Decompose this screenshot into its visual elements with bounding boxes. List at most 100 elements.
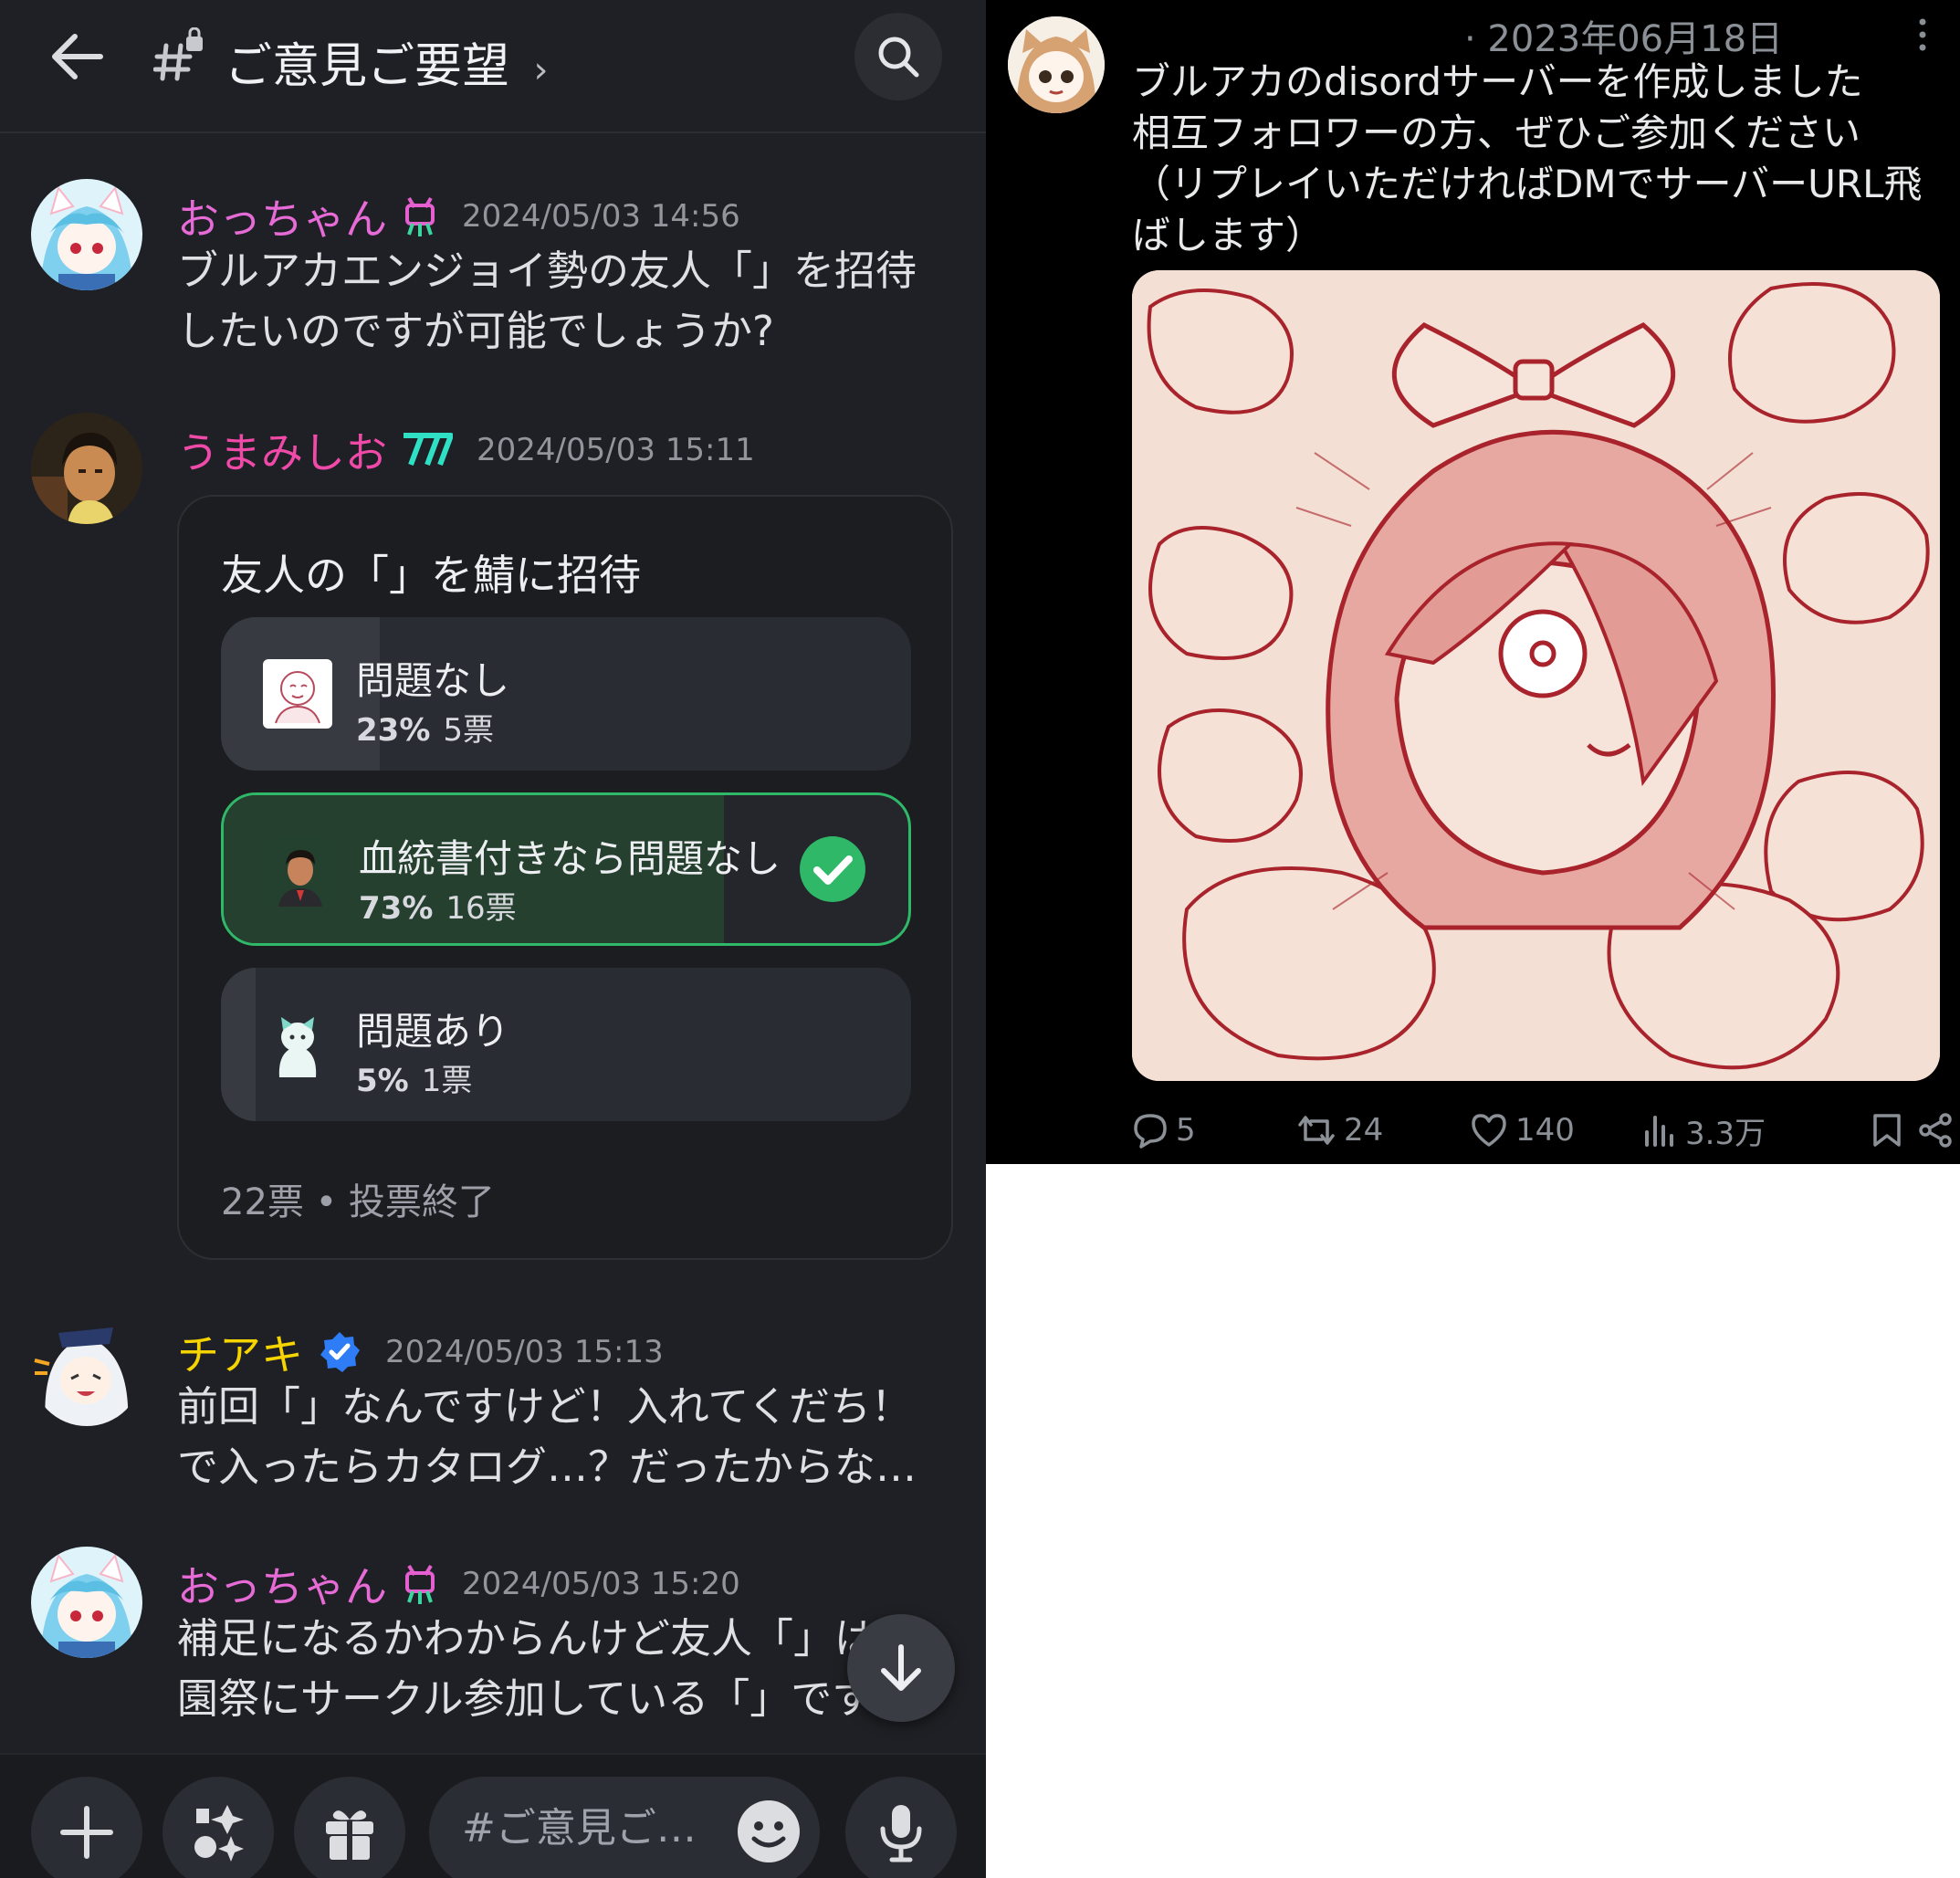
poll-question: 友人の「」を鯖に招待	[221, 551, 641, 600]
tweet-text: ブルアカのdisordサーバーを作成しました 相互フォロワーの方、ぜひご参加くだ…	[1132, 57, 1954, 261]
search-button[interactable]	[854, 13, 942, 100]
portrait-emoji-icon	[266, 837, 335, 907]
tweet-date: · 2023年06月18日	[1464, 18, 1784, 60]
poll-option-label: 問題なし	[356, 658, 510, 703]
username[interactable]: おっちゃん	[177, 186, 387, 247]
tweet-line: ばします）	[1132, 213, 1325, 257]
tweet-line: ブルアカのdisordサーバーを作成しました	[1132, 59, 1863, 104]
user-avatar-image	[31, 1315, 142, 1426]
username[interactable]: チアキ	[177, 1322, 303, 1382]
message-timestamp: 2024/05/03 14:56	[462, 198, 740, 235]
user-avatar-image	[31, 1547, 142, 1658]
poll-option-emoji	[266, 837, 335, 907]
tweet-actions: 5 24 140 3.3万	[1132, 1103, 1954, 1158]
retweet-icon	[1298, 1116, 1335, 1145]
retweet-count: 24	[1344, 1112, 1384, 1149]
message-text: 補足になるかわからんけど友人「」は 園祭にサークル参加している「」です	[177, 1609, 962, 1729]
poll-option-selected[interactable]: 血統書付きなら問題なし 73% 16票	[221, 792, 911, 946]
poll-option-label: 血統書付きなら問題なし	[359, 836, 781, 881]
chibi-emoji-icon	[263, 1010, 332, 1079]
reply-icon	[1134, 1114, 1167, 1149]
message-line: 補足になるかわからんけど友人「」は	[177, 1614, 876, 1663]
message-header: おっちゃん 2024/05/03 14:56	[177, 186, 740, 247]
username[interactable]: おっちゃん	[177, 1554, 387, 1614]
retweet-button[interactable]: 24	[1296, 1103, 1383, 1158]
like-button[interactable]: 140	[1470, 1103, 1575, 1158]
user-avatar-image	[1008, 16, 1105, 113]
arrow-down-icon	[881, 1644, 921, 1691]
message-line: で入ったらカタログ…？だったからな…	[177, 1443, 917, 1491]
poll-option-emoji	[263, 1010, 332, 1079]
like-icon	[1472, 1114, 1506, 1147]
message-timestamp: 2024/05/03 15:11	[477, 432, 755, 468]
poll-option[interactable]: 問題なし 23% 5票	[221, 617, 911, 771]
jump-to-latest-button[interactable]	[847, 1614, 955, 1722]
tweet-line: （リプレイいただければDMでサーバーURL飛	[1132, 162, 1923, 206]
voice-message-button[interactable]	[845, 1777, 957, 1878]
tweet-media-image[interactable]	[1132, 270, 1940, 1081]
locked-channel-hash-icon	[153, 27, 203, 81]
user-avatar-image	[31, 413, 142, 524]
oni-badge-icon	[405, 196, 435, 236]
like-count: 140	[1515, 1112, 1575, 1149]
views-button[interactable]: 3.3万	[1643, 1103, 1766, 1158]
avatar[interactable]	[31, 1547, 142, 1658]
message-line: 前回「」なんですけど！入れてくだち！	[177, 1382, 913, 1431]
poll-footer: 22票 • 投票終了	[221, 1181, 495, 1223]
poll-option-emoji	[263, 659, 332, 729]
share-icon[interactable]	[1917, 1112, 1954, 1149]
message-input-wrapper	[429, 1777, 820, 1878]
apps-button[interactable]	[162, 1777, 274, 1878]
message-header: おっちゃん 2024/05/03 15:20	[177, 1554, 740, 1614]
chevron-right-icon: ›	[533, 49, 549, 91]
reply-button[interactable]: 5	[1132, 1103, 1196, 1158]
views-count: 3.3万	[1685, 1115, 1766, 1152]
avatar[interactable]	[31, 413, 142, 524]
microphone-icon	[880, 1805, 922, 1862]
poll-card: 友人の「」を鯖に招待 問題なし 23% 5票 血統書付きなら問題なし 73% 1…	[177, 495, 953, 1260]
more-options-icon[interactable]	[1913, 16, 1932, 57]
poll-option-stats: 73% 16票	[359, 883, 517, 928]
message-line: 園祭にサークル参加している「」です	[177, 1674, 874, 1723]
reply-count: 5	[1176, 1112, 1196, 1149]
chat-panel: ご意見ご要望 › おっちゃん 2024/05/03 14:56 ブルアカエンジョ…	[0, 0, 986, 1878]
avatar[interactable]	[31, 1315, 142, 1426]
tweet-card: · 2023年06月18日 ブルアカのdisordサーバーを作成しました 相互フ…	[986, 0, 1960, 1164]
poll-option-percent: 23%	[356, 712, 431, 749]
message-timestamp: 2024/05/03 15:20	[462, 1566, 740, 1602]
message-composer-bar	[0, 1753, 986, 1878]
checkmark-circle-icon	[800, 836, 865, 902]
bookmark-icon[interactable]	[1871, 1112, 1902, 1149]
avatar[interactable]	[31, 179, 142, 290]
poll-option-percent: 5%	[356, 1063, 409, 1099]
sketch-face-emoji-icon	[263, 659, 332, 729]
guild-tag-badge-icon	[404, 433, 453, 467]
search-icon	[878, 37, 919, 78]
poll-option-stats: 23% 5票	[356, 705, 494, 750]
back-arrow-icon[interactable]	[47, 31, 106, 82]
message-timestamp: 2024/05/03 15:13	[385, 1334, 664, 1370]
tweet-line: 相互フォロワーの方、ぜひご参加ください	[1132, 110, 1861, 155]
gift-button[interactable]	[294, 1777, 405, 1878]
message-input[interactable]	[462, 1800, 708, 1855]
poll-option-bar	[221, 968, 256, 1121]
poll-option-stats: 5% 1票	[356, 1055, 472, 1100]
message-text: ブルアカエンジョイ勢の友人「」を招待 したいのですが可能でしょうか?	[177, 241, 962, 362]
gift-icon	[326, 1810, 373, 1862]
illustration-image	[1132, 270, 1940, 1081]
message-header: チアキ 2024/05/03 15:13	[177, 1322, 664, 1382]
channel-title[interactable]: ご意見ご要望 ›	[225, 27, 549, 96]
message-line: ブルアカエンジョイ勢の友人「」を招待	[177, 247, 917, 295]
username[interactable]: うまみしお	[177, 420, 387, 480]
add-attachment-button[interactable]	[31, 1777, 142, 1878]
message-text: 前回「」なんですけど！入れてくだち！ で入ったらカタログ…？だったからな…	[177, 1377, 962, 1497]
channel-header: ご意見ご要望 ›	[0, 0, 986, 133]
emoji-picker-icon[interactable]	[736, 1799, 802, 1864]
message-header: うまみしお 2024/05/03 15:11	[177, 420, 755, 480]
avatar[interactable]	[1008, 16, 1105, 113]
channel-title-text: ご意見ご要望	[225, 39, 510, 94]
plus-icon	[60, 1806, 113, 1859]
poll-option[interactable]: 問題あり 5% 1票	[221, 968, 911, 1121]
sparkle-apps-icon	[194, 1805, 244, 1862]
oni-badge-icon	[405, 1564, 435, 1604]
